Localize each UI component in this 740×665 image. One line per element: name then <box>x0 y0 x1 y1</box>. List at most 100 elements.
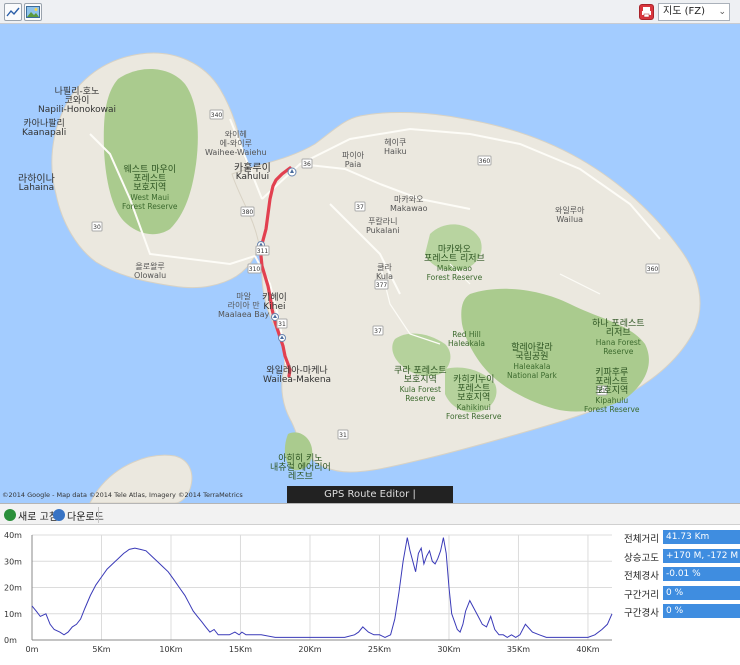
stat-row-elevation-gain: 상승고도 +170 M, -172 M <box>616 548 740 566</box>
label-pukalani: 푸칼라니 Pukalani <box>366 217 400 235</box>
label-red-hill: Red Hill Haleakala <box>448 330 486 348</box>
elevation-chart[interactable]: 0m 10m 20m 30m 40m 0m 5Km 10Km 15Km 20Km 25Km 30Km 3… <box>0 525 614 665</box>
svg-text:380: 380 <box>242 209 254 216</box>
y-tick-label: 10m <box>4 610 22 619</box>
stat-row-segment-distance: 구간거리 0 % <box>616 585 740 603</box>
x-tick-label: 0m <box>26 645 39 654</box>
toolbar-separator <box>98 507 99 523</box>
label-kula-forest: 쿠라 포레스트 보호지역 Kula Forest Reserve <box>394 366 447 404</box>
route-stats-panel: 전체거리 41.73 Km 상승고도 +170 M, -172 M 전체경사 -… <box>616 529 740 622</box>
road-shield-310: 310 <box>247 263 262 274</box>
svg-text:37: 37 <box>374 328 382 335</box>
label-hana-forest: 하나 포레스트 리저브 Hana Forest Reserve <box>592 319 645 357</box>
stat-label-segment-grade: 구간경사 <box>624 608 659 619</box>
x-tick-label: 40Km <box>576 645 599 654</box>
label-makawao: 마카와오 Makawao <box>390 195 428 213</box>
label-haiku: 헤이쿠 Haiku <box>384 138 407 156</box>
image-view-button[interactable] <box>24 3 42 21</box>
road-340-text: 340 <box>211 112 223 119</box>
label-waihee: 와이헤 에-와이루 Waihee-Waiehu <box>205 130 267 157</box>
label-wailua: 와일루아 Wailua <box>555 206 585 224</box>
stat-label-segment-distance: 구간거리 <box>624 589 659 601</box>
stat-row-total-distance: 전체거리 41.73 Km <box>616 529 740 547</box>
label-olowalu: 올로왈루 Olowalu <box>134 262 167 280</box>
svg-text:31: 31 <box>278 321 286 328</box>
label-paia: 파이아 Paia <box>342 151 365 169</box>
label-west-maui-forest: 웨스트 마우이 포레스트 보호지역 West Maui Forest Reserve <box>122 165 178 212</box>
stat-value-elevation-gain: +170 M, -172 M <box>663 548 740 563</box>
refresh-icon <box>4 509 16 521</box>
label-kipahulu-forest: 키파후루 포레스트 보호지역 Kipahulu Forest Reserve <box>584 368 640 415</box>
x-tick-label: 25Km <box>368 645 391 654</box>
label-kahului: 카훌루이 Kahului <box>234 163 271 182</box>
svg-text:360: 360 <box>479 158 491 165</box>
chevron-down-icon: ⌄ <box>718 7 726 17</box>
x-tick-label: 5Km <box>92 645 110 654</box>
label-kaanapali: 카아나팔리 Kaanapali <box>22 119 67 138</box>
line-chart-icon <box>6 7 20 17</box>
label-haleakala: 할레아칼라 국립공원 Haleakala National Park <box>507 343 557 381</box>
stat-row-total-grade: 전체경사 -0.01 % <box>616 566 740 584</box>
svg-text:31: 31 <box>339 432 347 439</box>
stat-value-total-grade: -0.01 % <box>663 567 740 581</box>
road-shield-30: 30 <box>91 221 103 232</box>
x-tick-label: 10Km <box>159 645 182 654</box>
svg-text:311: 311 <box>257 248 269 255</box>
x-tick-label: 20Km <box>298 645 321 654</box>
app-banner: GPS Route Editor | www.gpsnote.net <box>287 486 453 517</box>
road-shield-31: 31 <box>276 318 288 329</box>
chart-toolbar: 새로 고침 다운로드 <box>0 503 740 525</box>
map-type-value: 지도 (FZ) <box>663 6 705 17</box>
road-shield-377: 377 <box>374 279 389 290</box>
y-tick-label: 30m <box>4 557 22 566</box>
map-view[interactable]: 340 380 36 37 360 360 310 311 31 377 37 … <box>0 24 740 503</box>
refresh-button[interactable]: 새로 고침 <box>4 508 58 523</box>
top-toolbar: 지도 (FZ) ⌄ <box>0 0 740 24</box>
label-ahihi: 아히히 키노 내츄럴 에어리어 레즈브 <box>270 454 331 482</box>
globe-download-icon <box>53 509 65 521</box>
road-shield-31b: 31 <box>337 429 349 440</box>
road-shield-360b: 360 <box>645 263 660 274</box>
y-tick-label: 40m <box>4 531 22 540</box>
map-type-select[interactable]: 지도 (FZ) ⌄ <box>658 3 730 21</box>
stat-label-total-grade: 전체경사 <box>624 571 659 582</box>
svg-text:377: 377 <box>376 282 388 289</box>
x-tick-label: 30Km <box>437 645 460 654</box>
route-marker-1 <box>287 167 297 177</box>
label-napili: 나필리-호노 코와이 Napili-Honokowai <box>38 87 116 115</box>
svg-text:36: 36 <box>303 161 311 168</box>
y-tick-label: 0m <box>4 636 17 645</box>
label-lahaina: 라하이나 Lahaina <box>18 174 55 193</box>
print-icon[interactable] <box>639 4 654 20</box>
road-shield-340: 340 <box>209 109 224 120</box>
label-makawao-forest: 마카와오 포레스트 리저브 Makawao Forest Reserve <box>424 245 485 283</box>
x-tick-label: 35Km <box>507 645 530 654</box>
download-button[interactable]: 다운로드 <box>53 508 104 523</box>
svg-text:310: 310 <box>249 266 261 273</box>
map-copyright: ©2014 Google - Map data ©2014 Tele Atlas… <box>2 491 243 499</box>
refresh-label: 새로 고침 <box>18 511 58 523</box>
stat-label-elevation-gain: 상승고도 <box>624 552 659 564</box>
x-tick-label: 15Km <box>229 645 252 654</box>
svg-text:360: 360 <box>647 266 659 273</box>
road-shield-360: 360 <box>477 155 492 166</box>
label-wailea: 와일레아-마케나 Wailea-Makena <box>263 366 332 385</box>
svg-text:37: 37 <box>356 204 364 211</box>
stat-row-segment-grade: 구간경사 0 % <box>616 603 740 621</box>
elevation-chart-button[interactable] <box>4 3 22 21</box>
stat-value-total-distance: 41.73 Km <box>663 530 740 544</box>
label-kahikinui-forest: 카히키누이 포레스트 보호지역 Kahikinui Forest Reserve <box>446 375 502 422</box>
stat-value-segment-grade: 0 % <box>663 604 740 618</box>
y-tick-label: 20m <box>4 584 22 593</box>
road-shield-311: 311 <box>255 245 270 256</box>
label-kihei: 키헤이 Kihei <box>262 293 287 312</box>
road-shield-37: 37 <box>354 201 366 212</box>
road-shield-380: 380 <box>240 206 255 217</box>
print-glyph-icon <box>642 7 651 18</box>
route-marker-4 <box>278 334 286 342</box>
road-shield-36: 36 <box>301 158 313 169</box>
landscape-image-icon <box>26 6 40 18</box>
road-shield-37b: 37 <box>372 325 384 336</box>
stat-label-total-distance: 전체거리 <box>624 534 659 545</box>
svg-text:30: 30 <box>93 224 101 231</box>
